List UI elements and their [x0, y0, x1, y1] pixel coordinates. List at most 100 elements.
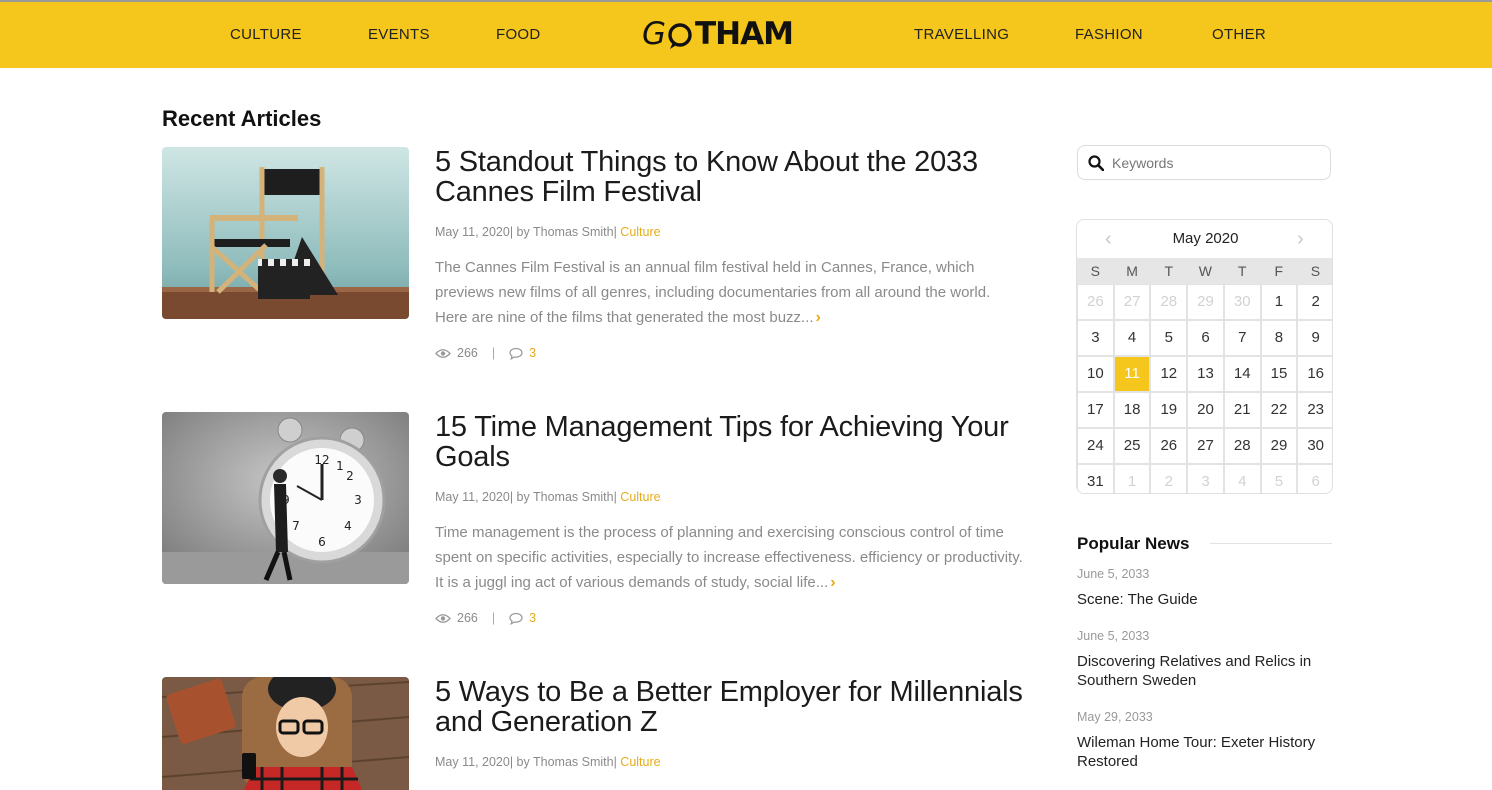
nav-travelling[interactable]: TRAVELLING: [914, 26, 1009, 43]
search-box: [1077, 145, 1331, 180]
calendar-day[interactable]: 3: [1077, 320, 1114, 356]
calendar-day[interactable]: 22: [1260, 392, 1298, 428]
eye-icon: [435, 348, 451, 358]
nav-food[interactable]: FOOD: [496, 26, 541, 43]
calendar-day[interactable]: 8: [1260, 320, 1298, 356]
calendar-day[interactable]: 23: [1297, 392, 1332, 428]
article-excerpt: The Cannes Film Festival is an annual fi…: [435, 255, 1025, 330]
calendar-day[interactable]: 14: [1223, 356, 1261, 392]
calendar-day[interactable]: 15: [1260, 356, 1298, 392]
article-date: May 11, 2020|: [435, 225, 514, 239]
article-title[interactable]: 15 Time Management Tips for Achieving Yo…: [435, 412, 1025, 472]
calendar-day[interactable]: 1: [1260, 284, 1298, 320]
calendar-day[interactable]: 6: [1297, 464, 1332, 493]
calendar-day[interactable]: 17: [1077, 392, 1114, 428]
calendar-day[interactable]: 1: [1113, 464, 1151, 493]
article-card: 5 Standout Things to Know About the 2033…: [162, 147, 1022, 387]
calendar-day[interactable]: 30: [1223, 284, 1261, 320]
calendar-day[interactable]: 16: [1297, 356, 1332, 392]
article-meta: May 11, 2020| by Thomas Smith| Culture: [435, 755, 661, 769]
calendar-day[interactable]: 31: [1077, 464, 1114, 493]
calendar-day[interactable]: 2: [1150, 464, 1188, 493]
calendar-day[interactable]: 25: [1113, 428, 1151, 464]
recent-articles-heading: Recent Articles: [162, 106, 322, 131]
nav-culture[interactable]: CULTURE: [230, 26, 302, 43]
calendar-day[interactable]: 20: [1187, 392, 1224, 428]
article-title[interactable]: 5 Ways to Be a Better Employer for Mille…: [435, 677, 1025, 737]
calendar-header: ‹ May 2020 ›: [1077, 220, 1332, 258]
calendar-week-row: 10 11 12 13 14 15 16: [1077, 356, 1332, 392]
director-chair-clapperboard-image[interactable]: [162, 147, 409, 319]
view-count: 266: [457, 346, 478, 360]
comment-count[interactable]: 3: [529, 611, 536, 625]
popular-news-link[interactable]: Discovering Relatives and Relics in Sout…: [1077, 652, 1337, 690]
calendar-day[interactable]: 18: [1113, 392, 1151, 428]
read-more-chevron-icon[interactable]: ›: [830, 574, 835, 591]
article-author: by Thomas Smith|: [513, 225, 617, 239]
calendar-day[interactable]: 26: [1077, 284, 1114, 320]
calendar-day[interactable]: 3: [1187, 464, 1224, 493]
nav-fashion[interactable]: FASHION: [1075, 26, 1143, 43]
search-icon[interactable]: [1088, 154, 1104, 171]
calendar-week-row: 31 1 2 3 4 5 6: [1077, 464, 1332, 493]
weekday-label: S: [1090, 263, 1101, 279]
popular-news-item: June 5, 2033 Discovering Relatives and R…: [1077, 629, 1337, 690]
calendar-week-row: 17 18 19 20 21 22 23: [1077, 392, 1332, 428]
calendar-day[interactable]: 27: [1113, 284, 1151, 320]
calendar-day[interactable]: 28: [1150, 284, 1188, 320]
calendar-day[interactable]: 21: [1223, 392, 1261, 428]
calendar-day[interactable]: 5: [1150, 320, 1188, 356]
nav-other[interactable]: OTHER: [1212, 26, 1266, 43]
heading-divider: [1210, 543, 1332, 544]
calendar-day[interactable]: 2: [1297, 284, 1332, 320]
alarm-clock-man-image[interactable]: 12369 2471: [162, 412, 409, 584]
weekday-label: T: [1237, 263, 1247, 279]
chevron-right-icon[interactable]: ›: [1297, 228, 1304, 251]
popular-news-link[interactable]: Scene: The Guide: [1077, 590, 1337, 609]
logo-speech-bubble-icon: [666, 20, 694, 49]
calendar-week-row: 26 27 28 29 30 1 2: [1077, 284, 1332, 320]
calendar-day[interactable]: 4: [1223, 464, 1261, 493]
article-author: by Thomas Smith|: [513, 490, 617, 504]
article-category-link[interactable]: Culture: [617, 755, 660, 769]
calendar-day[interactable]: 12: [1150, 356, 1188, 392]
weekday-label: F: [1274, 263, 1284, 279]
article-date: May 11, 2020|: [435, 490, 514, 504]
calendar-day-today[interactable]: 11: [1113, 356, 1151, 392]
article-category-link[interactable]: Culture: [617, 490, 660, 504]
comment-count[interactable]: 3: [529, 346, 536, 360]
stats-separator: |: [491, 346, 496, 360]
calendar-day[interactable]: 30: [1297, 428, 1332, 464]
calendar-day[interactable]: 5: [1260, 464, 1298, 493]
site-logo[interactable]: G THAM: [642, 16, 794, 52]
article-category-link[interactable]: Culture: [617, 225, 660, 239]
site-header: CULTURE EVENTS FOOD G THAM TRAVELLING FA…: [0, 0, 1492, 68]
calendar-day[interactable]: 29: [1187, 284, 1224, 320]
popular-news-date: May 29, 2033: [1077, 710, 1153, 724]
popular-news-link[interactable]: Wileman Home Tour: Exeter History Restor…: [1077, 733, 1337, 771]
calendar-day[interactable]: 24: [1077, 428, 1114, 464]
calendar-widget: ‹ May 2020 › SMTWTFS 26 27 28 29 30 1 2 3 4 5 6 7 8 9…: [1076, 219, 1333, 494]
calendar-day[interactable]: 6: [1187, 320, 1224, 356]
calendar-day[interactable]: 29: [1260, 428, 1298, 464]
article-title[interactable]: 5 Standout Things to Know About the 2033…: [435, 147, 1025, 207]
calendar-day[interactable]: 9: [1297, 320, 1332, 356]
article-excerpt-text: Time management is the process of planni…: [435, 524, 1023, 591]
search-input[interactable]: [1110, 153, 1314, 172]
calendar-day[interactable]: 26: [1150, 428, 1188, 464]
calendar-day[interactable]: 19: [1150, 392, 1188, 428]
article-meta: May 11, 2020| by Thomas Smith| Culture: [435, 225, 661, 239]
calendar-day[interactable]: 28: [1223, 428, 1261, 464]
calendar-day[interactable]: 4: [1113, 320, 1151, 356]
calendar-day[interactable]: 27: [1187, 428, 1224, 464]
calendar-day[interactable]: 7: [1223, 320, 1261, 356]
calendar-day[interactable]: 10: [1077, 356, 1114, 392]
article-meta: May 11, 2020| by Thomas Smith| Culture: [435, 490, 661, 504]
woman-phone-image[interactable]: [162, 677, 409, 790]
calendar-day[interactable]: 13: [1187, 356, 1224, 392]
calendar-week-row: 3456789: [1077, 320, 1332, 356]
read-more-chevron-icon[interactable]: ›: [816, 309, 821, 326]
popular-news-item: June 5, 2033 Scene: The Guide: [1077, 567, 1337, 609]
nav-events[interactable]: EVENTS: [368, 26, 430, 43]
article-date: May 11, 2020|: [435, 755, 514, 769]
